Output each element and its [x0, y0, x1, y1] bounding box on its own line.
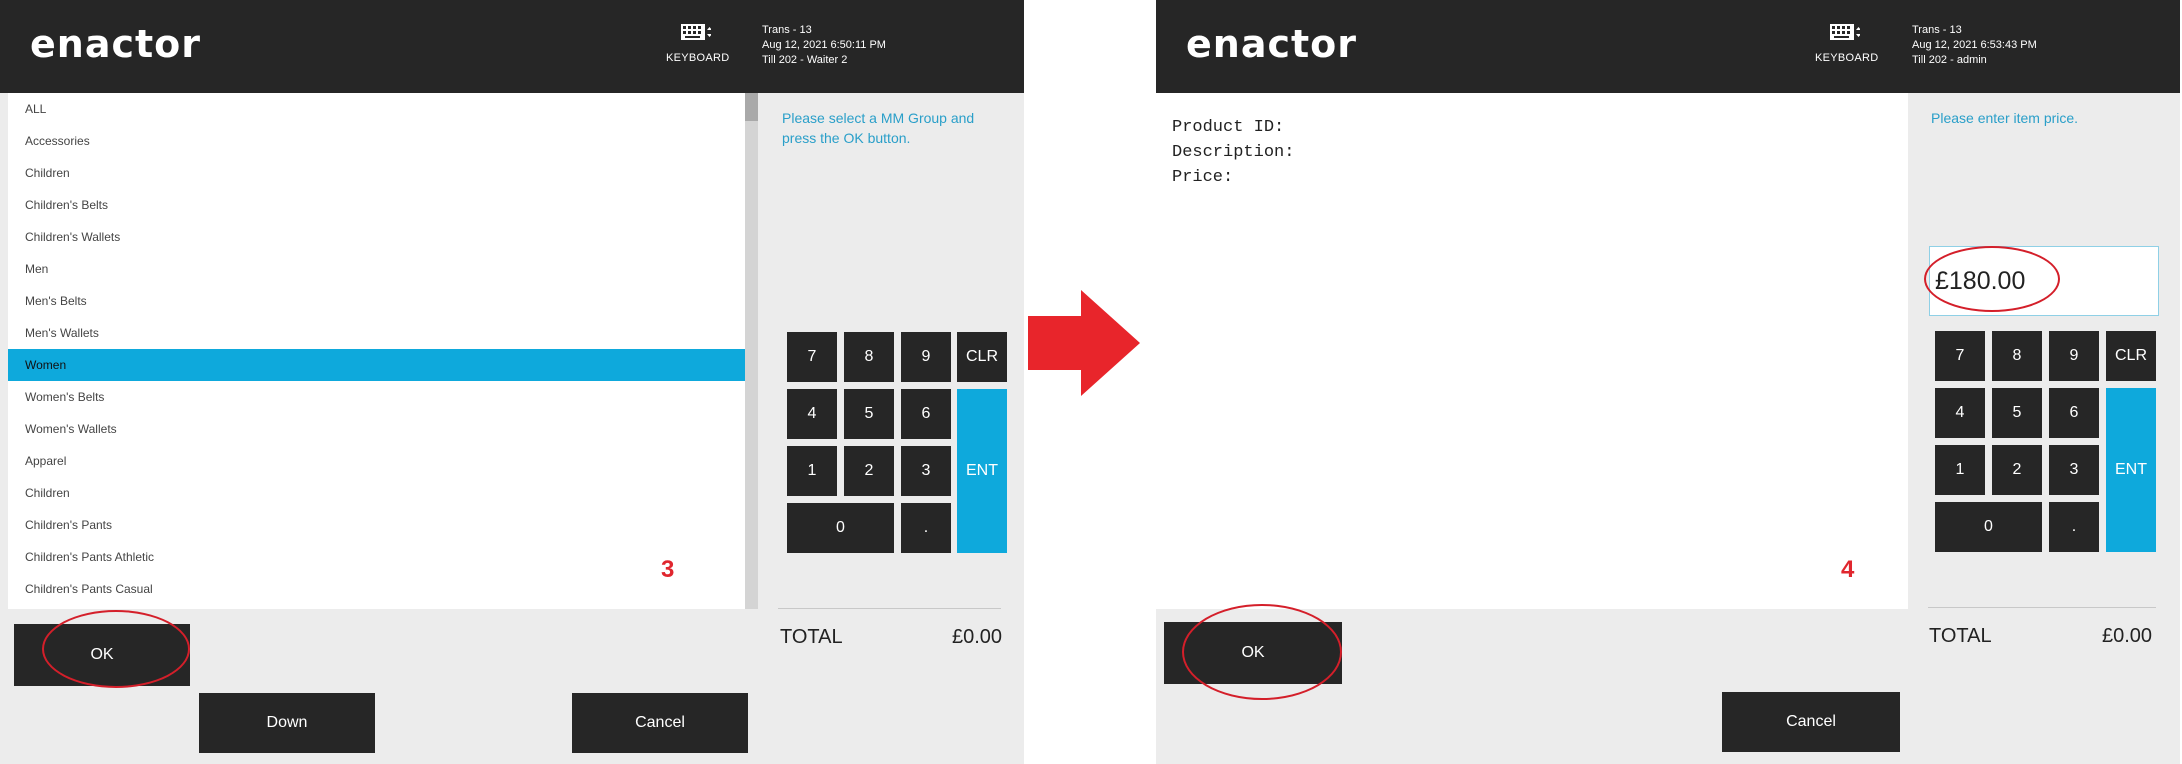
- top-bar: enactor KEYBOARD Trans - 13 Aug 12, 2021…: [0, 0, 1024, 93]
- list-item[interactable]: Children's Pants: [8, 509, 758, 541]
- mm-group-list: ALL Accessories Children Children's Belts Ch…: [8, 93, 758, 609]
- list-item[interactable]: Children's Pants Athletic: [8, 541, 758, 573]
- key-3[interactable]: 3: [2049, 445, 2099, 495]
- key-clear[interactable]: CLR: [957, 332, 1007, 382]
- key-3[interactable]: 3: [901, 446, 951, 496]
- step-number: 4: [1841, 556, 1855, 583]
- till-operator: Till 202 - Waiter 2: [762, 54, 848, 66]
- list-item[interactable]: Men's Wallets: [8, 317, 758, 349]
- key-0[interactable]: 0: [787, 503, 894, 553]
- screen-step-4: enactor KEYBOARD Trans - 13 Aug 12, 2021…: [1156, 0, 2180, 764]
- list-item[interactable]: Men's Belts: [8, 285, 758, 317]
- total-divider: [1928, 607, 2156, 608]
- key-7[interactable]: 7: [1935, 331, 1985, 381]
- list-item[interactable]: Women's Belts: [8, 381, 758, 413]
- transaction-number: Trans - 13: [1912, 24, 1962, 36]
- key-1[interactable]: 1: [787, 446, 837, 496]
- key-5[interactable]: 5: [844, 389, 894, 439]
- screen-step-3: enactor KEYBOARD Trans - 13 Aug 12, 2021…: [0, 0, 1024, 764]
- cancel-button[interactable]: Cancel: [572, 693, 748, 753]
- list-item[interactable]: Children's Pants Casual: [8, 573, 758, 605]
- keyboard-label: KEYBOARD: [1815, 52, 1879, 64]
- list-item[interactable]: Women's Wallets: [8, 413, 758, 445]
- key-1[interactable]: 1: [1935, 445, 1985, 495]
- enactor-logo: enactor: [1186, 22, 1358, 66]
- key-8[interactable]: 8: [844, 332, 894, 382]
- step-number: 3: [661, 556, 675, 583]
- product-details: Product ID: Description: Price:: [1172, 115, 1294, 190]
- enactor-logo: enactor: [30, 22, 202, 66]
- key-2[interactable]: 2: [844, 446, 894, 496]
- key-7[interactable]: 7: [787, 332, 837, 382]
- key-4[interactable]: 4: [1935, 388, 1985, 438]
- keyboard-icon: [1830, 24, 1860, 40]
- key-9[interactable]: 9: [901, 332, 951, 382]
- keyboard-button[interactable]: KEYBOARD: [1815, 24, 1878, 66]
- key-decimal[interactable]: .: [901, 503, 951, 553]
- prompt-message: Please enter item price.: [1931, 110, 2079, 126]
- description-label: Description:: [1172, 143, 1295, 162]
- key-enter[interactable]: ENT: [2106, 388, 2156, 552]
- till-operator: Till 202 - admin: [1912, 54, 1987, 66]
- key-enter[interactable]: ENT: [957, 389, 1007, 553]
- list-item[interactable]: Men: [8, 253, 758, 285]
- list-item[interactable]: Children: [8, 157, 758, 189]
- price-label: Price:: [1172, 168, 1234, 187]
- top-bar: enactor KEYBOARD Trans - 13 Aug 12, 2021…: [1156, 0, 2180, 93]
- list-item[interactable]: Apparel: [8, 445, 758, 477]
- transaction-datetime: Aug 12, 2021 6:53:43 PM: [1912, 39, 2037, 51]
- key-2[interactable]: 2: [1992, 445, 2042, 495]
- prompt-message: Please select a MM Group and press the O…: [782, 110, 975, 146]
- total-divider: [778, 608, 1001, 609]
- price-value: £180.00: [1935, 267, 2026, 295]
- next-step-arrow: [1028, 290, 1140, 396]
- total-label: TOTAL: [1929, 625, 1992, 647]
- key-6[interactable]: 6: [2049, 388, 2099, 438]
- transaction-number: Trans - 13: [762, 24, 812, 36]
- product-id-label: Product ID:: [1172, 118, 1285, 137]
- keyboard-button[interactable]: KEYBOARD: [666, 24, 729, 66]
- list-item[interactable]: Children: [8, 477, 758, 509]
- key-clear[interactable]: CLR: [2106, 331, 2156, 381]
- total-value: £0.00: [952, 626, 1003, 648]
- key-8[interactable]: 8: [1992, 331, 2042, 381]
- list-item[interactable]: Accessories: [8, 125, 758, 157]
- cancel-button[interactable]: Cancel: [1722, 692, 1900, 752]
- key-0[interactable]: 0: [1935, 502, 2042, 552]
- price-input[interactable]: £180.00: [1929, 246, 2159, 316]
- transaction-info: Trans - 13 Aug 12, 2021 6:53:43 PM Till …: [1912, 23, 2037, 68]
- keyboard-label: KEYBOARD: [666, 52, 730, 64]
- key-4[interactable]: 4: [787, 389, 837, 439]
- list-item[interactable]: Children's Wallets: [8, 221, 758, 253]
- down-button[interactable]: Down: [199, 693, 375, 753]
- total-label: TOTAL: [780, 626, 843, 648]
- key-9[interactable]: 9: [2049, 331, 2099, 381]
- key-decimal[interactable]: .: [2049, 502, 2099, 552]
- transaction-datetime: Aug 12, 2021 6:50:11 PM: [762, 39, 886, 51]
- list-item[interactable]: Children's Belts: [8, 189, 758, 221]
- key-5[interactable]: 5: [1992, 388, 2042, 438]
- total-value: £0.00: [2102, 625, 2153, 647]
- key-6[interactable]: 6: [901, 389, 951, 439]
- list-item[interactable]: ALL: [8, 93, 758, 125]
- ok-button[interactable]: OK: [14, 624, 190, 686]
- scrollbar-thumb[interactable]: [745, 93, 758, 121]
- list-item[interactable]: Women: [8, 349, 758, 381]
- transaction-info: Trans - 13 Aug 12, 2021 6:50:11 PM Till …: [762, 23, 886, 68]
- keyboard-icon: [681, 24, 711, 40]
- list-scrollbar[interactable]: [745, 93, 758, 609]
- ok-button[interactable]: OK: [1164, 622, 1342, 684]
